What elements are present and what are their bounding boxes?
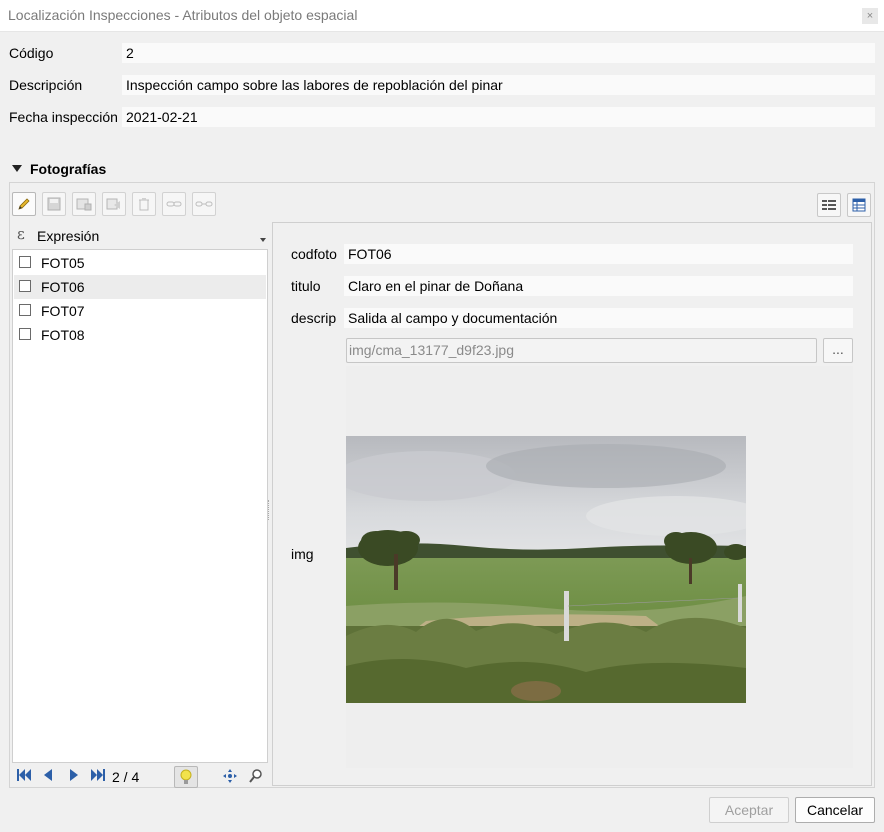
add-feature-icon[interactable] (72, 192, 96, 216)
previous-record-icon[interactable] (42, 768, 54, 785)
descrip-field[interactable]: Salida al campo y documentación (344, 308, 853, 328)
titulo-label: titulo (291, 278, 321, 294)
splitter-handle[interactable] (268, 500, 271, 520)
fotografias-header[interactable]: Fotografías (12, 161, 106, 177)
collapse-triangle-icon[interactable] (12, 164, 22, 172)
checkbox[interactable] (19, 304, 31, 316)
record-count: 2 / 4 (112, 769, 140, 785)
save-icon[interactable] (42, 192, 66, 216)
fecha-field[interactable]: 2021-02-21 (122, 107, 875, 127)
checkbox[interactable] (19, 328, 31, 340)
checkbox[interactable] (19, 280, 31, 292)
list-item[interactable]: FOT07 (14, 299, 266, 323)
img-label: img (291, 546, 314, 562)
accept-button[interactable]: Aceptar (709, 797, 789, 823)
codfoto-field[interactable]: FOT06 (344, 244, 853, 264)
titulo-field[interactable]: Claro en el pinar de Doñana (344, 276, 853, 296)
expression-icon: ε (17, 225, 25, 243)
lightbulb-icon[interactable] (174, 766, 198, 788)
window-title: Localización Inspecciones - Atributos de… (8, 7, 358, 23)
first-record-icon[interactable] (16, 768, 32, 785)
link-icon[interactable] (162, 192, 186, 216)
zoom-to-feature-icon[interactable] (248, 768, 264, 787)
image-path-field[interactable]: img/cma_13177_d9f23.jpg (346, 338, 817, 363)
feature-list: FOT05 FOT06 FOT07 FOT08 (12, 249, 268, 763)
codfoto-label: codfoto (291, 246, 337, 262)
table-view-icon[interactable] (847, 193, 871, 217)
close-icon[interactable]: × (862, 8, 878, 24)
descripcion-field[interactable]: Inspección campo sobre las labores de re… (122, 75, 875, 95)
delete-icon[interactable] (132, 192, 156, 216)
navigation-bar: 2 / 4 (14, 766, 270, 788)
title-bar: Localización Inspecciones - Atributos de… (0, 0, 884, 32)
pan-to-feature-icon[interactable] (222, 768, 238, 787)
list-item-label: FOT08 (41, 327, 85, 343)
list-item[interactable]: FOT08 (14, 323, 266, 347)
expression-selector[interactable]: ε Expresión (14, 225, 268, 247)
descrip-label: descrip (291, 310, 337, 326)
form-view-icon[interactable] (817, 193, 841, 217)
last-record-icon[interactable] (90, 768, 106, 785)
chevron-down-icon[interactable] (260, 238, 266, 242)
list-item[interactable]: FOT06 (14, 275, 266, 299)
checkbox[interactable] (19, 256, 31, 268)
list-item[interactable]: FOT05 (14, 251, 266, 275)
codigo-label: Código (9, 45, 54, 61)
duplicate-icon[interactable] (102, 192, 126, 216)
browse-button[interactable]: ... (823, 338, 853, 363)
landscape-photo (346, 436, 746, 703)
list-item-label: FOT05 (41, 255, 85, 271)
cancel-button[interactable]: Cancelar (795, 797, 875, 823)
list-item-label: FOT06 (41, 279, 85, 295)
codigo-field[interactable]: 2 (122, 43, 875, 63)
fecha-label: Fecha inspección (9, 109, 118, 125)
list-item-label: FOT07 (41, 303, 85, 319)
descripcion-label: Descripción (9, 77, 83, 93)
expression-label: Expresión (37, 228, 100, 244)
next-record-icon[interactable] (68, 768, 80, 785)
pencil-icon[interactable] (12, 192, 36, 216)
unlink-icon[interactable] (192, 192, 216, 216)
section-title: Fotografías (30, 161, 107, 177)
